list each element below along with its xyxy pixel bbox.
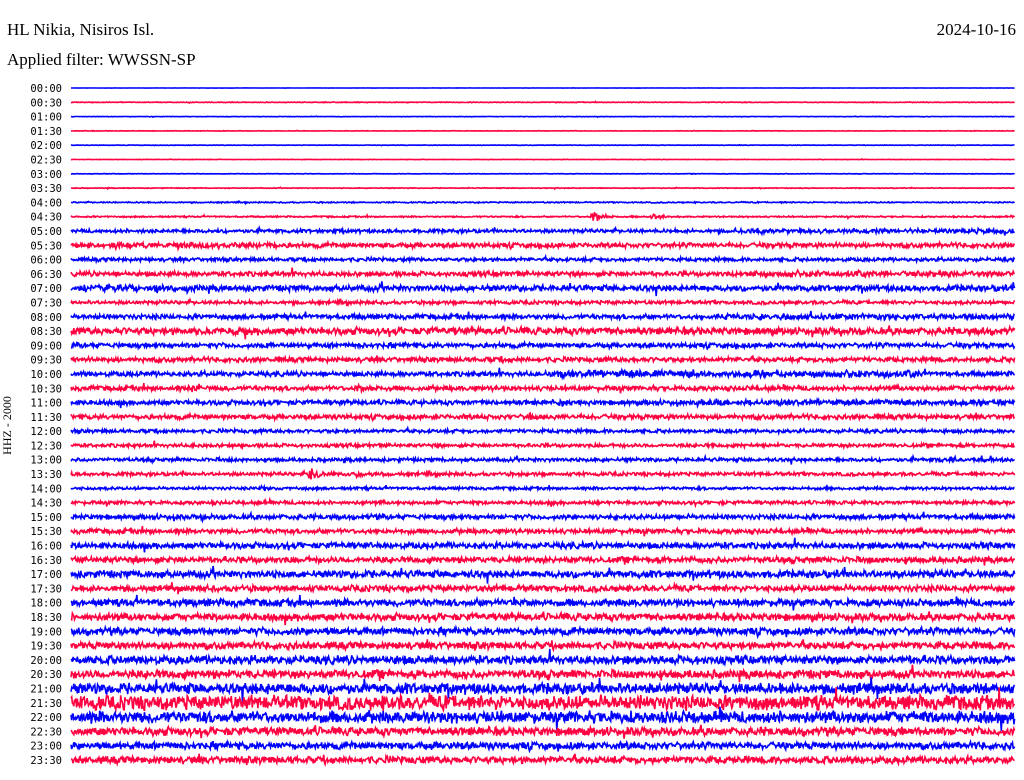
seismic-trace (70, 706, 1016, 731)
seismic-trace (70, 624, 1016, 640)
time-tick-label: 05:30 (30, 240, 62, 252)
seismic-trace (70, 354, 1016, 366)
time-tick-label: 23:30 (30, 755, 62, 767)
seismic-trace (70, 440, 1016, 451)
time-tick-label: 00:00 (30, 83, 62, 95)
seismic-trace (70, 396, 1016, 409)
time-tick-label: 16:00 (30, 541, 62, 553)
seismic-trace (70, 100, 1015, 105)
seismic-trace (70, 239, 1015, 252)
seismic-trace (70, 157, 1015, 161)
seismic-trace (70, 186, 1015, 191)
seismic-trace (70, 212, 1016, 222)
time-tick-label: 15:00 (30, 512, 62, 524)
time-tick-label: 11:30 (30, 412, 62, 424)
seismic-trace (70, 297, 1016, 308)
time-tick-label: 12:00 (30, 426, 62, 438)
seismic-trace (70, 143, 1015, 147)
seismic-trace (70, 664, 1016, 683)
seismic-trace (70, 610, 1016, 626)
time-tick-label: 01:30 (30, 126, 62, 138)
time-tick-label: 00:30 (30, 97, 62, 109)
seismic-trace (70, 453, 1016, 465)
seismic-trace (70, 339, 1016, 352)
seismic-trace (70, 496, 1016, 509)
seismic-trace (70, 281, 1016, 297)
seismic-trace (70, 648, 1016, 668)
seismic-trace (70, 425, 1016, 437)
time-tick-label: 12:30 (30, 440, 62, 452)
time-tick-label: 02:00 (30, 140, 62, 152)
time-tick-label: 15:30 (30, 526, 62, 538)
time-tick-label: 08:00 (30, 312, 62, 324)
time-tick-label: 22:00 (30, 712, 62, 724)
time-tick-label: 20:00 (30, 655, 62, 667)
seismic-trace (70, 594, 1016, 611)
seismic-trace (70, 323, 1016, 340)
seismic-trace (70, 468, 1016, 480)
time-tick-label: 07:30 (30, 297, 62, 309)
time-tick-label: 21:00 (30, 684, 62, 696)
seismic-trace (71, 129, 1015, 133)
time-tick-label: 21:30 (30, 698, 62, 710)
seismic-trace (70, 638, 1016, 653)
seismic-trace (70, 411, 1016, 423)
seismic-trace (70, 525, 1016, 538)
helicorder-plot: 00:00 00:30 01:00 01:30 02:00 02:30 03:00 03:30… (30, 83, 1016, 767)
time-tick-label: 19:30 (30, 641, 62, 653)
time-tick-label: 04:00 (30, 197, 62, 209)
time-tick-label: 10:30 (30, 383, 62, 395)
time-tick-label: 18:30 (30, 612, 62, 624)
seismic-trace (70, 483, 1015, 493)
time-tick-label: 14:30 (30, 498, 62, 510)
seismic-trace (70, 537, 1016, 553)
time-tick-label: 17:30 (30, 583, 62, 595)
time-tick-label: 09:30 (30, 355, 62, 367)
time-tick-label: 04:30 (30, 212, 62, 224)
time-tick-label: 18:00 (30, 598, 62, 610)
seismic-trace (70, 199, 1015, 206)
time-tick-label: 06:00 (30, 255, 62, 267)
time-tick-label: 01:00 (30, 112, 62, 124)
time-tick-label: 19:00 (30, 626, 62, 638)
seismic-trace (70, 738, 1016, 754)
seismic-trace (70, 367, 1016, 381)
time-tick-label: 22:30 (30, 726, 62, 738)
seismic-trace (70, 267, 1016, 280)
time-tick-label: 07:00 (30, 283, 62, 295)
time-tick-label: 05:00 (30, 226, 62, 238)
seismic-trace (70, 581, 1016, 595)
time-tick-label: 13:00 (30, 455, 62, 467)
time-tick-label: 10:00 (30, 369, 62, 381)
time-tick-label: 23:00 (30, 741, 62, 753)
time-tick-label: 06:30 (30, 269, 62, 281)
time-tick-label: 08:30 (30, 326, 62, 338)
seismic-trace (70, 510, 1016, 524)
time-tick-label: 11:00 (30, 398, 62, 410)
seismic-trace (70, 752, 1015, 767)
time-tick-label: 20:30 (30, 669, 62, 681)
seismic-trace (70, 553, 1016, 566)
time-tick-label: 03:00 (30, 169, 62, 181)
time-tick-label: 16:30 (30, 555, 62, 567)
seismic-trace (70, 724, 1016, 740)
seismic-trace (70, 310, 1016, 323)
time-tick-label: 09:00 (30, 340, 62, 352)
time-tick-label: 02:30 (30, 154, 62, 166)
time-tick-label: 03:30 (30, 183, 62, 195)
seismic-trace (70, 253, 1016, 265)
seismic-trace (70, 172, 1015, 176)
seismic-trace (70, 382, 1016, 395)
time-tick-label: 17:00 (30, 569, 62, 581)
time-tick-label: 14:00 (30, 483, 62, 495)
time-tick-label: 13:30 (30, 469, 62, 481)
seismic-trace (70, 565, 1016, 584)
seismic-trace (70, 115, 1015, 119)
seismic-trace (70, 224, 1016, 237)
